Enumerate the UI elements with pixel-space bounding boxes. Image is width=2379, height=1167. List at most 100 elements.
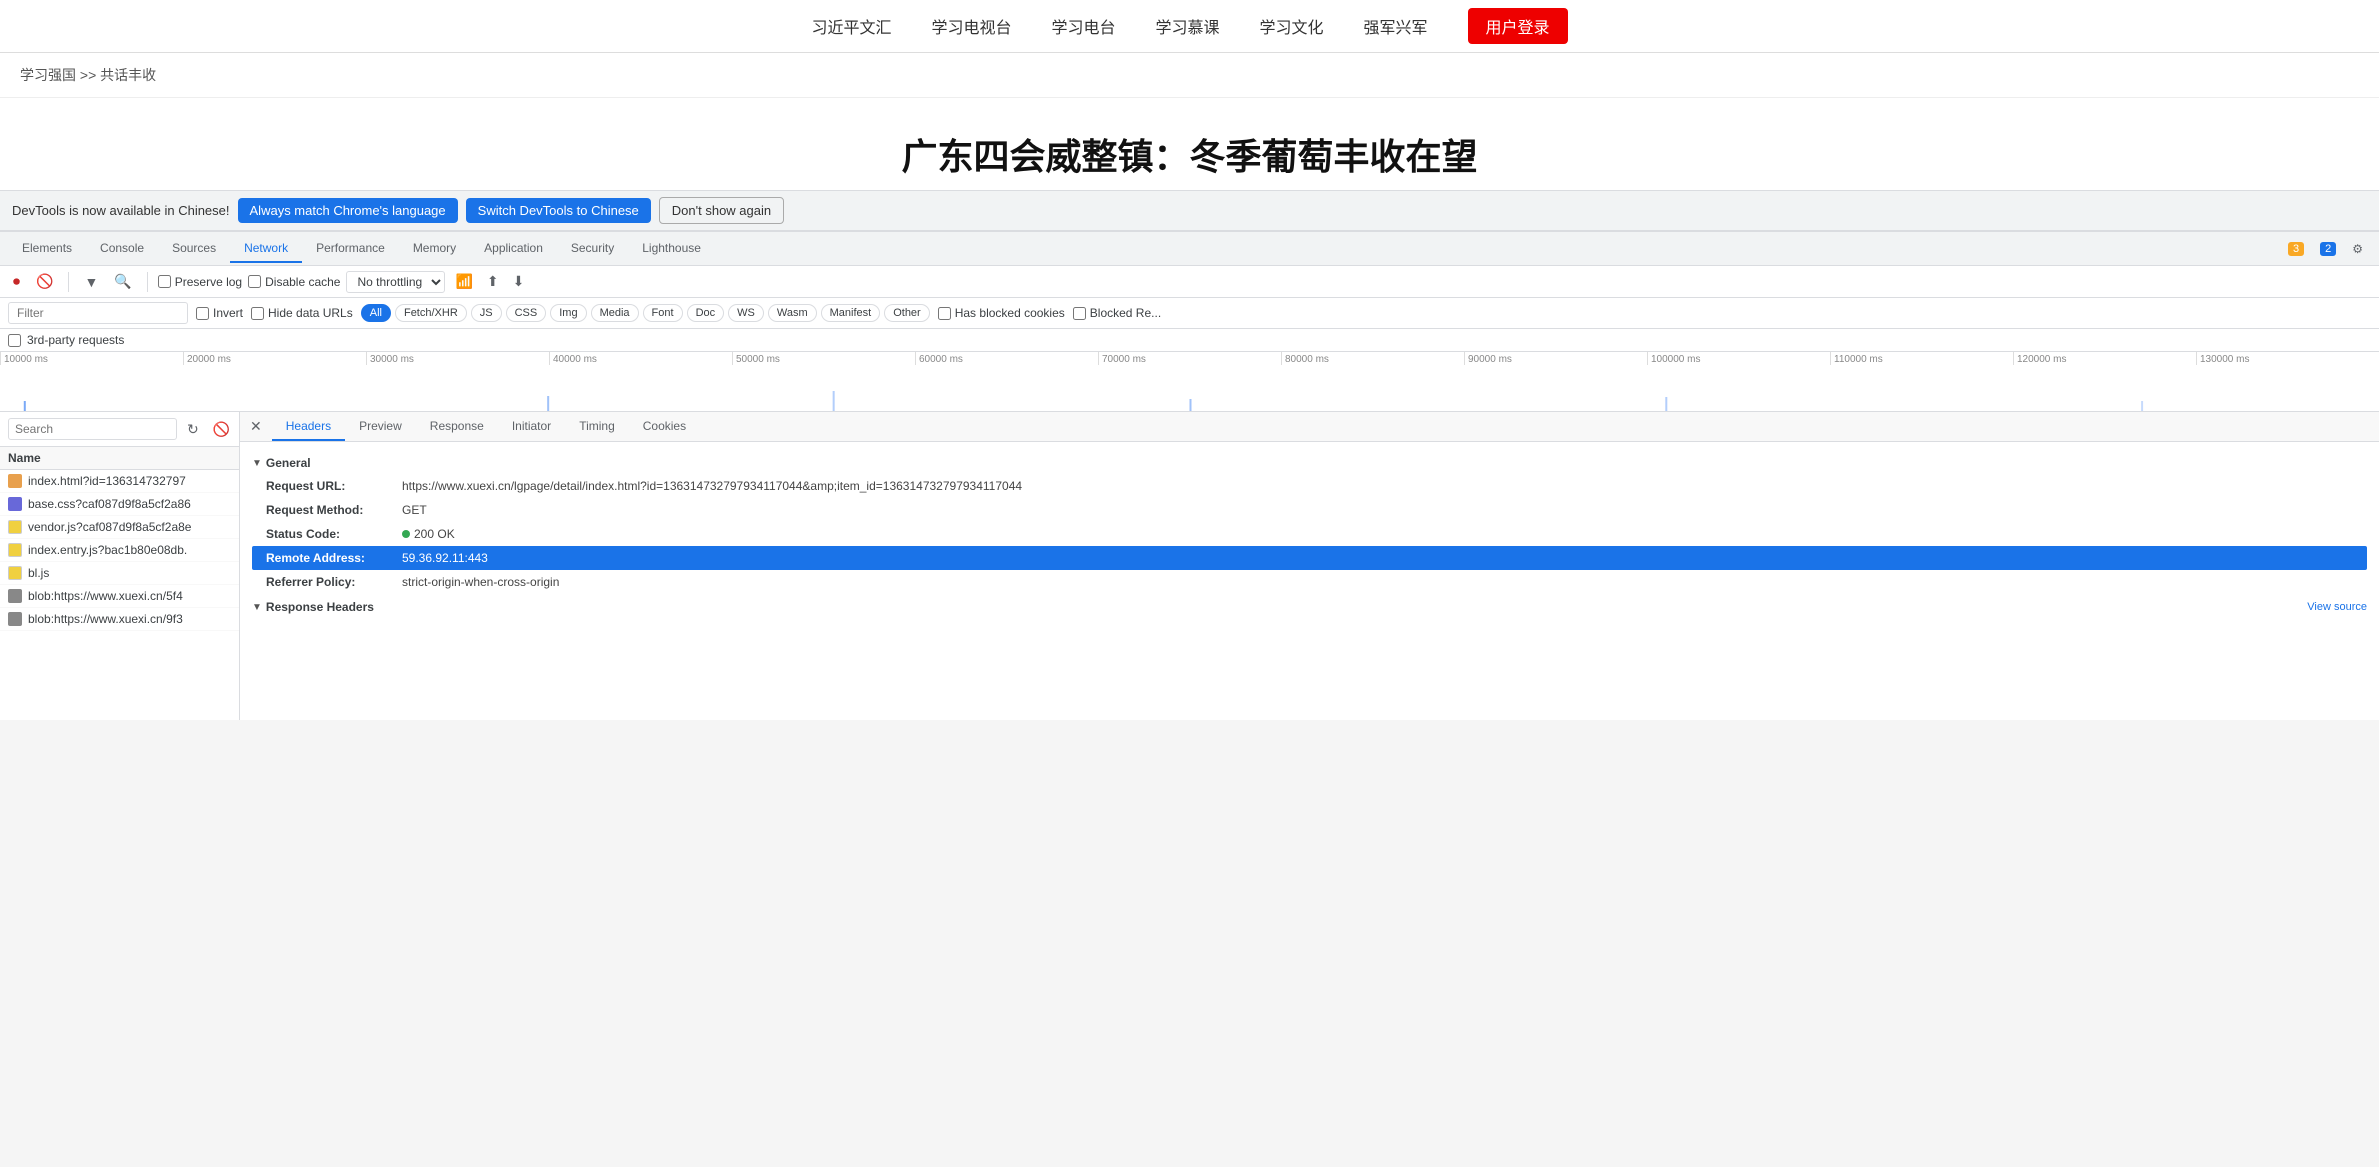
triangle-icon-2: ▼ bbox=[252, 602, 262, 613]
filter-type-font[interactable]: Font bbox=[643, 304, 683, 322]
third-party-checkbox[interactable] bbox=[8, 334, 21, 347]
switch-devtools-button[interactable]: Switch DevTools to Chinese bbox=[466, 198, 651, 223]
filter-type-all[interactable]: All bbox=[361, 304, 391, 322]
has-blocked-checkbox[interactable] bbox=[938, 307, 951, 320]
file-item-5[interactable]: blob:https://www.xuexi.cn/5f4 bbox=[0, 585, 239, 608]
tab-lighthouse[interactable]: Lighthouse bbox=[628, 235, 715, 263]
disable-cache-label[interactable]: Disable cache bbox=[248, 275, 340, 289]
dont-show-button[interactable]: Don't show again bbox=[659, 197, 784, 224]
details-close-icon[interactable]: ✕ bbox=[240, 412, 272, 441]
nav-item-radio[interactable]: 学习电台 bbox=[1051, 14, 1115, 38]
detail-tab-response[interactable]: Response bbox=[416, 413, 498, 441]
file-item-0[interactable]: index.html?id=136314732797 bbox=[0, 470, 239, 493]
response-headers-title: Response Headers bbox=[266, 600, 374, 614]
filter-type-ws[interactable]: WS bbox=[728, 304, 764, 322]
js-icon-2 bbox=[8, 520, 22, 534]
file-name-2: vendor.js?caf087d9f8a5cf2a8e bbox=[28, 520, 191, 534]
invert-checkbox[interactable] bbox=[196, 307, 209, 320]
url-label: Request URL: bbox=[266, 477, 396, 495]
blocked-re-checkbox[interactable] bbox=[1073, 307, 1086, 320]
search-refresh-icon[interactable]: ↻ bbox=[183, 419, 203, 440]
filter-type-wasm[interactable]: Wasm bbox=[768, 304, 817, 322]
file-item-3[interactable]: index.entry.js?bac1b80e08db. bbox=[0, 539, 239, 562]
has-blocked-label[interactable]: Has blocked cookies bbox=[938, 306, 1065, 320]
general-section-header[interactable]: ▼ General bbox=[252, 450, 2367, 474]
detail-tab-cookies[interactable]: Cookies bbox=[629, 413, 700, 441]
preserve-log-text: Preserve log bbox=[175, 275, 242, 289]
upload-icon[interactable]: ⬆ bbox=[483, 271, 503, 292]
match-language-button[interactable]: Always match Chrome's language bbox=[238, 198, 458, 223]
settings-icon[interactable]: ⚙ bbox=[2344, 238, 2371, 260]
general-title: General bbox=[266, 456, 311, 470]
login-button[interactable]: 用户登录 bbox=[1468, 8, 1568, 44]
nav-item-mooc[interactable]: 学习慕课 bbox=[1155, 14, 1219, 38]
filter-type-doc[interactable]: Doc bbox=[687, 304, 725, 322]
tick-7: 80000 ms bbox=[1281, 352, 1464, 365]
tab-network[interactable]: Network bbox=[230, 235, 302, 263]
wifi-icon[interactable]: 📶 bbox=[451, 271, 476, 292]
filter-type-other[interactable]: Other bbox=[884, 304, 930, 322]
js-icon-4 bbox=[8, 566, 22, 580]
file-item-2[interactable]: vendor.js?caf087d9f8a5cf2a8e bbox=[0, 516, 239, 539]
info-tab-icon[interactable]: 2 bbox=[2312, 238, 2344, 260]
invert-label[interactable]: Invert bbox=[196, 306, 243, 320]
tick-9: 100000 ms bbox=[1647, 352, 1830, 365]
hide-data-urls-label[interactable]: Hide data URLs bbox=[251, 306, 353, 320]
blocked-re-label[interactable]: Blocked Re... bbox=[1073, 306, 1161, 320]
detail-row-remote[interactable]: Remote Address: 59.36.92.11:443 bbox=[252, 546, 2367, 570]
hide-data-urls-checkbox[interactable] bbox=[251, 307, 264, 320]
detail-row-method: Request Method: GET bbox=[252, 498, 2367, 522]
throttle-select[interactable]: No throttling bbox=[346, 271, 445, 293]
search-button[interactable]: 🔍 bbox=[109, 270, 136, 293]
detail-tab-preview[interactable]: Preview bbox=[345, 413, 416, 441]
disable-cache-checkbox[interactable] bbox=[248, 275, 261, 288]
js-icon-3 bbox=[8, 543, 22, 557]
tab-performance[interactable]: Performance bbox=[302, 235, 399, 263]
clear-button[interactable]: 🚫 bbox=[31, 270, 58, 293]
tick-1: 20000 ms bbox=[183, 352, 366, 365]
detail-tab-headers[interactable]: Headers bbox=[272, 413, 345, 441]
warning-tab-icon[interactable]: 3 bbox=[2280, 238, 2312, 260]
preserve-log-label[interactable]: Preserve log bbox=[158, 275, 242, 289]
page-content: 广东四会威整镇：冬季葡萄丰收在望 bbox=[0, 98, 2379, 190]
tab-console[interactable]: Console bbox=[86, 235, 158, 263]
response-headers-header[interactable]: ▼ Response Headers View source bbox=[252, 594, 2367, 618]
filter-button[interactable]: ▼ bbox=[79, 271, 103, 293]
timeline-activity bbox=[0, 381, 2379, 411]
file-item-4[interactable]: bl.js bbox=[0, 562, 239, 585]
tab-elements[interactable]: Elements bbox=[8, 235, 86, 263]
tab-security[interactable]: Security bbox=[557, 235, 628, 263]
view-source-link[interactable]: View source bbox=[2307, 601, 2367, 613]
filter-type-img[interactable]: Img bbox=[550, 304, 586, 322]
file-item-6[interactable]: blob:https://www.xuexi.cn/9f3 bbox=[0, 608, 239, 631]
third-party-label: 3rd-party requests bbox=[27, 333, 124, 347]
search-input[interactable] bbox=[8, 418, 177, 440]
nav-item-army[interactable]: 强军兴军 bbox=[1364, 14, 1428, 38]
nav-item-culture[interactable]: 学习文化 bbox=[1260, 14, 1324, 38]
html-icon bbox=[8, 474, 22, 488]
record-button[interactable]: ⏺ bbox=[8, 270, 25, 293]
download-icon[interactable]: ⬇ bbox=[509, 271, 529, 292]
filter-type-media[interactable]: Media bbox=[591, 304, 639, 322]
file-item-1[interactable]: base.css?caf087d9f8a5cf2a86 bbox=[0, 493, 239, 516]
nav-item-xijinping[interactable]: 习近平文汇 bbox=[811, 14, 891, 38]
status-value: 200 OK bbox=[414, 525, 455, 543]
tab-sources[interactable]: Sources bbox=[158, 235, 230, 263]
filter-input[interactable] bbox=[8, 302, 188, 324]
filter-type-manifest[interactable]: Manifest bbox=[821, 304, 881, 322]
tab-memory[interactable]: Memory bbox=[399, 235, 470, 263]
triangle-icon: ▼ bbox=[252, 458, 262, 469]
filter-type-fetch[interactable]: Fetch/XHR bbox=[395, 304, 467, 322]
filter-type-css[interactable]: CSS bbox=[506, 304, 547, 322]
tick-0: 10000 ms bbox=[0, 352, 183, 365]
detail-tab-initiator[interactable]: Initiator bbox=[498, 413, 565, 441]
content-split: ↻ 🚫 Name index.html?id=136314732797 base… bbox=[0, 412, 2379, 720]
filter-type-js[interactable]: JS bbox=[471, 304, 502, 322]
tab-application[interactable]: Application bbox=[470, 235, 557, 263]
nav-item-tv[interactable]: 学习电视台 bbox=[931, 14, 1011, 38]
detail-tab-timing[interactable]: Timing bbox=[565, 413, 629, 441]
url-value[interactable]: https://www.xuexi.cn/lgpage/detail/index… bbox=[402, 477, 1022, 495]
preserve-log-checkbox[interactable] bbox=[158, 275, 171, 288]
left-sidebar: ↻ 🚫 Name index.html?id=136314732797 base… bbox=[0, 412, 240, 720]
search-clear-icon[interactable]: 🚫 bbox=[209, 419, 234, 440]
